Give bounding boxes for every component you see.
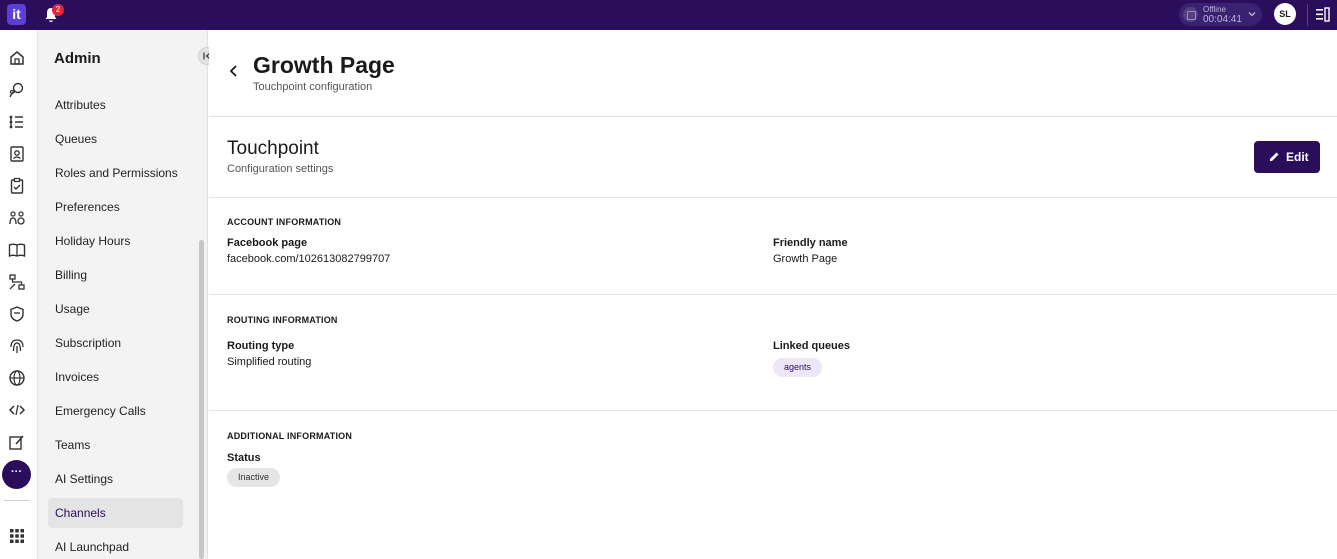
main-content: Growth Page Touchpoint configuration Tou… (209, 30, 1337, 559)
chevron-down-icon (1248, 12, 1256, 17)
sidebar-item-holiday-hours[interactable]: Holiday Hours (48, 226, 183, 256)
shield-icon[interactable] (8, 305, 26, 323)
more-apps-button[interactable]: ··· (2, 460, 31, 489)
sidebar-item-invoices[interactable]: Invoices (48, 362, 183, 392)
divider (209, 197, 1337, 198)
knowledge-icon[interactable] (8, 241, 26, 259)
apps-grid-icon[interactable] (8, 527, 26, 545)
back-arrow-icon[interactable] (227, 64, 241, 78)
app-logo[interactable]: it (7, 4, 26, 25)
sidebar-item-roles-and-permissions[interactable]: Roles and Permissions (48, 158, 183, 188)
list-icon[interactable] (8, 113, 26, 131)
status-label: Status (227, 452, 261, 464)
edit-button[interactable]: Edit (1254, 141, 1320, 173)
topbar-divider (1307, 4, 1308, 26)
section-subtitle: Configuration settings (227, 163, 334, 175)
facebook-page-value: facebook.com/102613082799707 (227, 253, 391, 265)
friendly-name-value: Growth Page (773, 253, 838, 265)
home-icon[interactable] (8, 49, 26, 67)
user-avatar[interactable]: SL (1274, 3, 1296, 25)
sidebar-item-emergency-calls[interactable]: Emergency Calls (48, 396, 183, 426)
divider (209, 116, 1337, 117)
sidebar-item-preferences[interactable]: Preferences (48, 192, 183, 222)
fingerprint-icon[interactable] (8, 337, 26, 355)
page-title: Growth Page (253, 52, 395, 78)
edit-note-icon[interactable] (8, 433, 26, 451)
sidebar-title: Admin (54, 50, 101, 67)
agent-status-dropdown[interactable]: Offline 00:04:41 (1179, 3, 1262, 26)
globe-icon[interactable] (8, 369, 26, 387)
section-title: Touchpoint (227, 138, 319, 159)
friendly-name-label: Friendly name (773, 237, 848, 249)
tasks-icon[interactable] (8, 177, 26, 195)
facebook-page-label: Facebook page (227, 237, 308, 249)
sidebar-item-channels[interactable]: Channels (48, 498, 183, 528)
status-timer: 00:04:41 (1203, 14, 1242, 25)
status-label: Offline (1203, 5, 1226, 14)
sidebar-item-usage[interactable]: Usage (48, 294, 183, 324)
notification-count-badge: 2 (52, 4, 64, 16)
sidebar-item-billing[interactable]: Billing (48, 260, 183, 290)
flows-icon[interactable] (8, 273, 26, 291)
edit-button-label: Edit (1286, 150, 1309, 164)
teams-icon[interactable] (8, 209, 26, 227)
code-icon[interactable] (8, 401, 26, 419)
status-badge: Inactive (227, 468, 280, 487)
rail-divider (4, 500, 30, 501)
routing-information-heading: ROUTING INFORMATION (227, 315, 338, 325)
side-panel-toggle-icon[interactable] (1315, 7, 1330, 22)
linked-queues-label: Linked queues (773, 340, 851, 352)
conversations-icon[interactable] (8, 81, 26, 99)
sidebar-item-attributes[interactable]: Attributes (48, 90, 183, 120)
contacts-icon[interactable] (8, 145, 26, 163)
sidebar-scrollbar-thumb[interactable] (199, 240, 204, 559)
routing-type-value: Simplified routing (227, 356, 312, 368)
account-information-heading: ACCOUNT INFORMATION (227, 217, 342, 227)
additional-information-heading: ADDITIONAL INFORMATION (227, 431, 353, 441)
sidebar-item-ai-settings[interactable]: AI Settings (48, 464, 183, 494)
divider (209, 294, 1337, 295)
queue-chip: agents (773, 358, 822, 377)
status-icon (1183, 7, 1198, 22)
divider (209, 410, 1337, 411)
sidebar-item-ai-launchpad[interactable]: AI Launchpad (48, 532, 183, 559)
admin-sidebar: Admin Attributes Queues Roles and Permissi… (38, 30, 216, 559)
sidebar-item-queues[interactable]: Queues (48, 124, 183, 154)
pencil-icon (1270, 152, 1279, 161)
sidebar-item-subscription[interactable]: Subscription (48, 328, 183, 358)
sidebar-item-teams[interactable]: Teams (48, 430, 183, 460)
routing-type-label: Routing type (227, 340, 295, 352)
icon-rail: ··· (0, 30, 38, 559)
page-subtitle: Touchpoint configuration (253, 81, 373, 93)
top-bar: it 2 Offline 00:04:41 SL (0, 0, 1337, 30)
